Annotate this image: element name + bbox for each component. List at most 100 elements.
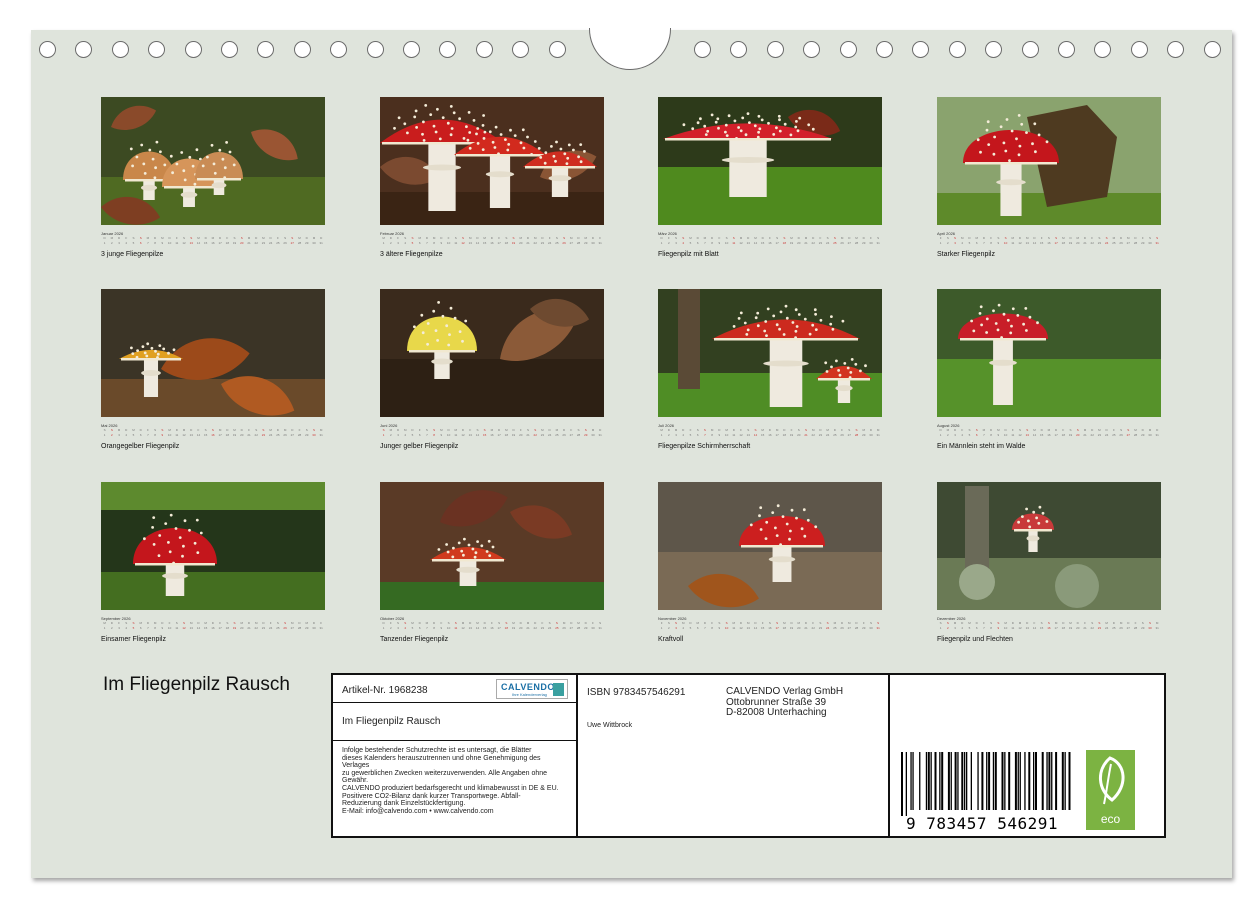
day-number: 11 <box>732 433 736 437</box>
day-number: 19 <box>232 241 237 245</box>
month-panel: November 2026 F S S M D M D F S S M D M D F S S M D M D F S S M D M… <box>658 482 882 643</box>
day-number: 20 <box>1076 626 1080 630</box>
day-number: 23 <box>540 433 545 437</box>
day-number: 11 <box>454 626 458 630</box>
day-number: 24 <box>547 626 552 630</box>
cover-title: Im Fliegenpilz Rausch <box>103 674 290 695</box>
day-number: 16 <box>211 626 215 630</box>
binding-hole <box>803 41 821 58</box>
binding-hole <box>512 41 530 58</box>
legal-notice: Infolge bestehender Schutzrechte ist es … <box>333 741 576 815</box>
day-number: 24 <box>268 433 273 437</box>
day-number: 13 <box>189 433 193 437</box>
month-caption: Fliegenpilz mit Blatt <box>658 251 719 258</box>
day-number: 31 <box>598 626 602 630</box>
day-number: 19 <box>1068 626 1073 630</box>
day-number: 14 <box>475 433 480 437</box>
day-number: 12 <box>461 626 465 630</box>
day-number: 6 <box>418 626 421 630</box>
day-number: 28 <box>1133 626 1138 630</box>
month-caption: Fliegenpilze Schirmherrschaft <box>658 443 751 450</box>
day-row: 1 2 3 4 5 6 7 8 9 10 11 12 13 14 15 16 17 18 19 20 21 22 23 24 2… <box>937 433 1161 438</box>
day-number: 24 <box>825 241 830 245</box>
binding-hole <box>39 41 56 58</box>
calvendo-logo: CALVENDO Ihre Kalenderverlag <box>496 679 568 699</box>
day-number: 9 <box>718 626 721 630</box>
day-number: 10 <box>167 433 172 437</box>
day-number: 31 <box>1155 626 1159 630</box>
day-number: 11 <box>175 433 179 437</box>
day-number: 3 <box>675 626 677 630</box>
legal-line: CALVENDO produziert bedarfsgerecht und k… <box>342 784 559 792</box>
day-number: 13 <box>746 241 750 245</box>
day-number: 31 <box>1155 241 1159 245</box>
day-number: 8 <box>433 626 435 630</box>
day-number: 21 <box>526 241 530 245</box>
day-number: 5 <box>411 626 414 630</box>
day-number: 4 <box>404 626 407 630</box>
day-number: 16 <box>768 433 772 437</box>
day-number: 3 <box>675 433 677 437</box>
day-number: 17 <box>218 241 222 245</box>
day-number: 24 <box>1104 626 1109 630</box>
binding-hole <box>1130 41 1148 58</box>
day-number: 15 <box>1040 626 1044 630</box>
day-number: 30 <box>1148 626 1152 630</box>
day-number: 14 <box>753 626 758 630</box>
day-number: 27 <box>1126 433 1130 437</box>
day-number: 13 <box>189 241 193 245</box>
day-number: 22 <box>254 433 258 437</box>
day-row: 1 2 3 4 5 6 7 8 9 10 11 12 13 14 15 16 17 18 19 20 21 22 23 24 2… <box>380 241 604 246</box>
day-number: 27 <box>847 241 851 245</box>
day-number: 15 <box>483 433 487 437</box>
day-number: 19 <box>232 626 237 630</box>
day-number: 23 <box>261 626 266 630</box>
day-number: 29 <box>1141 433 1145 437</box>
day-number: 7 <box>426 433 428 437</box>
day-number: 12 <box>1018 626 1022 630</box>
day-number: 7 <box>704 433 706 437</box>
day-number: 25 <box>555 433 559 437</box>
day-number: 7 <box>704 241 706 245</box>
day-number: 29 <box>862 241 866 245</box>
day-number: 10 <box>446 241 451 245</box>
day-number: 20 <box>797 241 801 245</box>
day-number: 19 <box>789 626 794 630</box>
month-photo <box>101 97 325 225</box>
day-number: 29 <box>1141 626 1145 630</box>
month-photo <box>658 482 882 610</box>
binding-hole <box>439 41 457 58</box>
day-number: 16 <box>768 241 772 245</box>
binding-hole <box>1021 41 1039 58</box>
publisher-city: D-82008 Unterhaching <box>726 707 827 718</box>
day-number: 22 <box>533 626 537 630</box>
legal-line: Gewähr. <box>342 777 369 785</box>
binding-hole <box>75 41 93 58</box>
month-panel: April 2026 F S S M D M D F S S M D M D F S S M D M D F S S M D M D F S… <box>937 97 1161 258</box>
day-number: 26 <box>283 241 287 245</box>
day-number: 28 <box>576 433 581 437</box>
eco-badge: eco <box>1086 750 1135 830</box>
month-caption: Kraftvoll <box>658 636 684 643</box>
day-number: 14 <box>196 626 201 630</box>
day-number: 6 <box>696 433 699 437</box>
day-number: 13 <box>1025 241 1029 245</box>
calendar-title: Im Fliegenpilz Rausch <box>342 716 441 727</box>
day-number: 19 <box>511 433 516 437</box>
month-panel: Juni 2026 S M D M D F S S M D M D F S S M D M D F S S M D M D F S S M D… <box>380 289 604 450</box>
binding-hole <box>221 41 238 58</box>
day-number: 22 <box>254 626 258 630</box>
day-number: 29 <box>1141 241 1145 245</box>
day-number: 12 <box>1018 433 1022 437</box>
day-number: 2 <box>389 241 392 245</box>
day-number: 26 <box>283 626 287 630</box>
legal-line: E-Mail: info@calvendo.com • www.calvendo… <box>342 807 494 815</box>
day-number: 7 <box>147 433 149 437</box>
month-photo <box>380 482 604 610</box>
month-photo <box>380 289 604 417</box>
day-number: 5 <box>132 626 135 630</box>
day-number: 21 <box>804 241 808 245</box>
day-row: 1 2 3 4 5 6 7 8 9 10 11 12 13 14 15 16 17 18 19 20 21 22 23 24 2… <box>658 433 882 438</box>
day-number: 18 <box>782 626 786 630</box>
day-number: 4 <box>682 433 685 437</box>
